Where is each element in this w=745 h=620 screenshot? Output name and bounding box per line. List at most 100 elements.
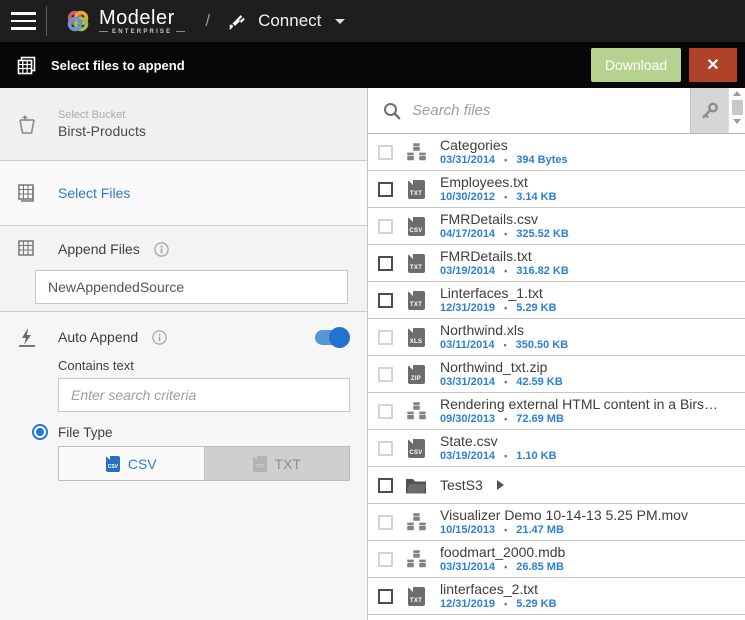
info-icon[interactable] xyxy=(154,242,169,257)
file-row[interactable]: TXT linterfaces_2.txt xyxy=(368,578,745,615)
file-type-icon: TXT xyxy=(408,587,425,606)
file-size: 26.85 MB xyxy=(516,560,564,574)
select-files-section[interactable]: Select Files xyxy=(0,161,367,226)
file-row[interactable]: Rendering external HTML content in a Bir… xyxy=(368,393,745,430)
file-row[interactable]: TXT Employees.txt xyxy=(368,171,745,208)
meta-separator: • xyxy=(504,523,507,537)
file-date: 12/31/2019 xyxy=(440,597,495,611)
meta-separator: • xyxy=(503,338,506,352)
auto-append-toggle[interactable] xyxy=(315,330,347,345)
file-date: 03/31/2014 xyxy=(440,560,495,574)
file-row[interactable]: XLS Northwind.xls xyxy=(368,319,745,356)
meta-separator: • xyxy=(504,412,507,426)
file-type-icon: TXT xyxy=(408,291,425,310)
file-row[interactable]: TXT FMRDetails.txt xyxy=(368,245,745,282)
file-row[interactable]: CSV State.csv xyxy=(368,430,745,467)
brand-logo: Modeler ENTERPRISE xyxy=(65,8,185,35)
file-meta: 12/31/2019 • 5.29 KB xyxy=(440,597,557,611)
file-size: 316.82 KB xyxy=(516,264,569,278)
file-row[interactable]: TXT Linterfaces_1.txt xyxy=(368,282,745,319)
meta-separator: • xyxy=(504,190,507,204)
txt-file-icon: TXT xyxy=(253,456,267,472)
folder-icon xyxy=(405,477,427,494)
auto-append-label: Auto Append xyxy=(58,329,138,345)
file-row[interactable]: TestS3 xyxy=(368,467,745,504)
file-checkbox[interactable] xyxy=(378,182,393,197)
file-name: TestS3 xyxy=(440,477,483,493)
file-meta: 03/31/2014 • 42.59 KB xyxy=(440,375,563,389)
file-date: 03/11/2014 xyxy=(440,338,494,352)
meta-separator: • xyxy=(504,227,507,241)
dataset-cubes-icon xyxy=(406,512,427,532)
file-checkbox[interactable] xyxy=(378,256,393,271)
connect-label: Connect xyxy=(258,11,321,31)
hamburger-menu-icon[interactable] xyxy=(0,12,46,30)
connect-icon xyxy=(226,10,248,32)
select-bucket-label: Select Bucket xyxy=(58,108,146,122)
dataset-cubes-icon xyxy=(406,142,427,162)
file-checkbox[interactable] xyxy=(378,145,393,160)
file-row[interactable]: Categories 03/31/2014 • 394 Bytes xyxy=(368,134,745,171)
info-icon[interactable] xyxy=(152,330,167,345)
connect-menu[interactable]: Connect xyxy=(226,10,345,32)
file-type-radio[interactable] xyxy=(32,424,48,440)
file-type-icon: TXT xyxy=(408,180,425,199)
file-checkbox[interactable] xyxy=(378,330,393,345)
file-row[interactable]: foodmart_2000.mdb 03/31/2014 • 26.85 MB xyxy=(368,541,745,578)
advanced-search-button[interactable] xyxy=(690,88,728,133)
scroll-thumb[interactable] xyxy=(732,100,743,115)
scrollbar[interactable] xyxy=(728,88,745,133)
append-source-name-input[interactable] xyxy=(35,270,348,304)
dialog-title: Select files to append xyxy=(51,58,185,73)
file-type-csv-button[interactable]: CSV CSV xyxy=(59,447,205,480)
download-button[interactable]: Download xyxy=(591,48,681,82)
file-type-txt-button[interactable]: TXT TXT xyxy=(205,447,350,480)
file-row[interactable]: Visualizer Demo 10-14-13 5.25 PM.mov 10/… xyxy=(368,504,745,541)
expand-arrow-icon[interactable] xyxy=(497,480,504,490)
meta-separator: • xyxy=(504,264,507,278)
search-input[interactable] xyxy=(402,88,690,133)
auto-append-section: Auto Append Contains text File Type xyxy=(0,312,367,620)
meta-separator: • xyxy=(504,560,507,574)
file-browser-panel: Categories 03/31/2014 • 394 Bytes TXT xyxy=(368,88,745,620)
file-date: 10/30/2012 xyxy=(440,190,495,204)
close-button[interactable]: ✕ xyxy=(689,48,737,82)
file-name: Visualizer Demo 10-14-13 5.25 PM.mov xyxy=(440,507,688,523)
file-date: 03/19/2014 xyxy=(440,264,495,278)
file-checkbox[interactable] xyxy=(378,367,393,382)
scroll-up-icon[interactable] xyxy=(733,91,741,96)
contains-text-input[interactable] xyxy=(58,378,350,412)
decorative-line xyxy=(176,31,185,32)
breadcrumb-separator: / xyxy=(205,11,210,31)
decorative-line xyxy=(99,31,108,32)
chevron-down-icon xyxy=(335,19,345,24)
file-checkbox[interactable] xyxy=(378,515,393,530)
file-name: Employees.txt xyxy=(440,174,528,190)
select-files-link[interactable]: Select Files xyxy=(58,185,130,201)
file-checkbox[interactable] xyxy=(378,478,393,493)
file-checkbox[interactable] xyxy=(378,441,393,456)
append-tables-icon xyxy=(16,55,37,76)
file-size: 394 Bytes xyxy=(516,153,567,167)
file-checkbox[interactable] xyxy=(378,293,393,308)
file-checkbox[interactable] xyxy=(378,589,393,604)
file-row[interactable]: ZIP Northwind_txt.zip xyxy=(368,356,745,393)
file-meta: 10/30/2012 • 3.14 KB xyxy=(440,190,557,204)
file-checkbox[interactable] xyxy=(378,552,393,567)
select-bucket-section[interactable]: Select Bucket Birst-Products xyxy=(0,88,367,161)
scroll-down-icon[interactable] xyxy=(733,119,741,124)
file-meta: 03/31/2014 • 26.85 MB xyxy=(440,560,565,574)
file-name: Rendering external HTML content in a Bir… xyxy=(440,396,718,412)
csv-file-icon: CSV xyxy=(106,456,120,472)
file-meta: 03/11/2014 • 350.50 KB xyxy=(440,338,568,352)
file-size: 1.10 KB xyxy=(516,449,556,463)
file-row[interactable]: CSV FMRDetails.csv xyxy=(368,208,745,245)
file-meta: 03/19/2014 • 316.82 KB xyxy=(440,264,569,278)
file-meta: 10/15/2013 • 21.47 MB xyxy=(440,523,688,537)
file-checkbox[interactable] xyxy=(378,404,393,419)
file-type-icon: ZIP xyxy=(408,365,425,384)
file-name: foodmart_2000.mdb xyxy=(440,544,565,560)
file-meta: 03/19/2014 • 1.10 KB xyxy=(440,449,557,463)
search-icon xyxy=(382,88,402,133)
file-checkbox[interactable] xyxy=(378,219,393,234)
